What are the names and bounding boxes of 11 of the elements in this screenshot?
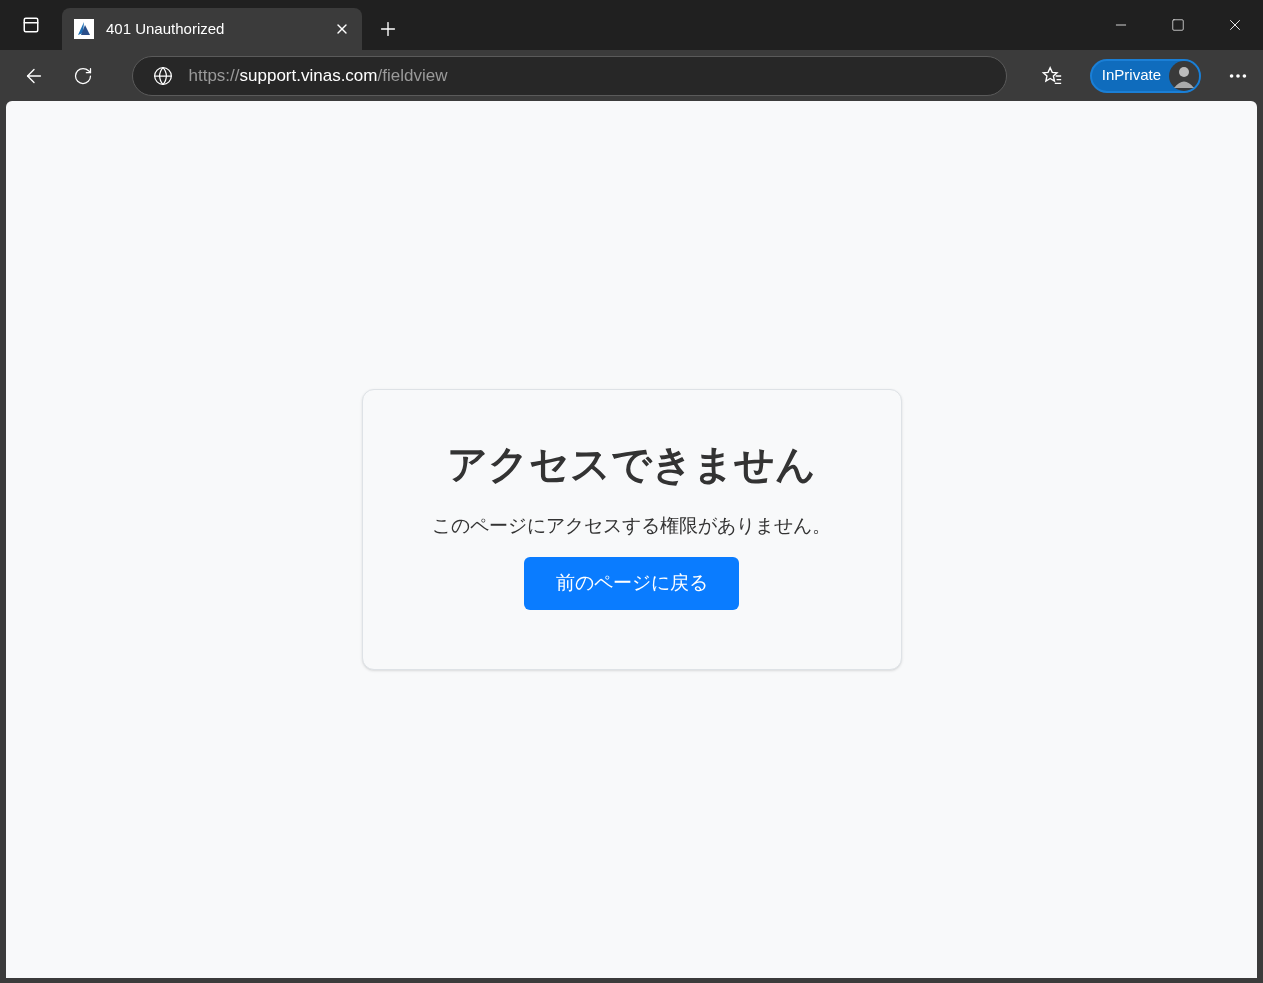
logo-icon	[74, 19, 94, 39]
url-text: https://support.vinas.com/fieldview	[188, 64, 448, 87]
browser-tab[interactable]: 401 Unauthorized	[62, 8, 362, 50]
inprivate-button[interactable]: InPrivate	[1089, 58, 1201, 93]
avatar-icon	[1169, 60, 1199, 91]
back-button[interactable]: 前のページに戻る	[524, 556, 739, 610]
error-title: アクセスできません	[447, 441, 816, 488]
globe-icon	[152, 65, 173, 86]
tab-title: 401 Unauthorized	[106, 18, 226, 39]
error-message: このページにアクセスする権限がありません。	[432, 514, 831, 538]
address-bar[interactable]: https://support.vinas.com/fieldview	[131, 55, 1007, 96]
